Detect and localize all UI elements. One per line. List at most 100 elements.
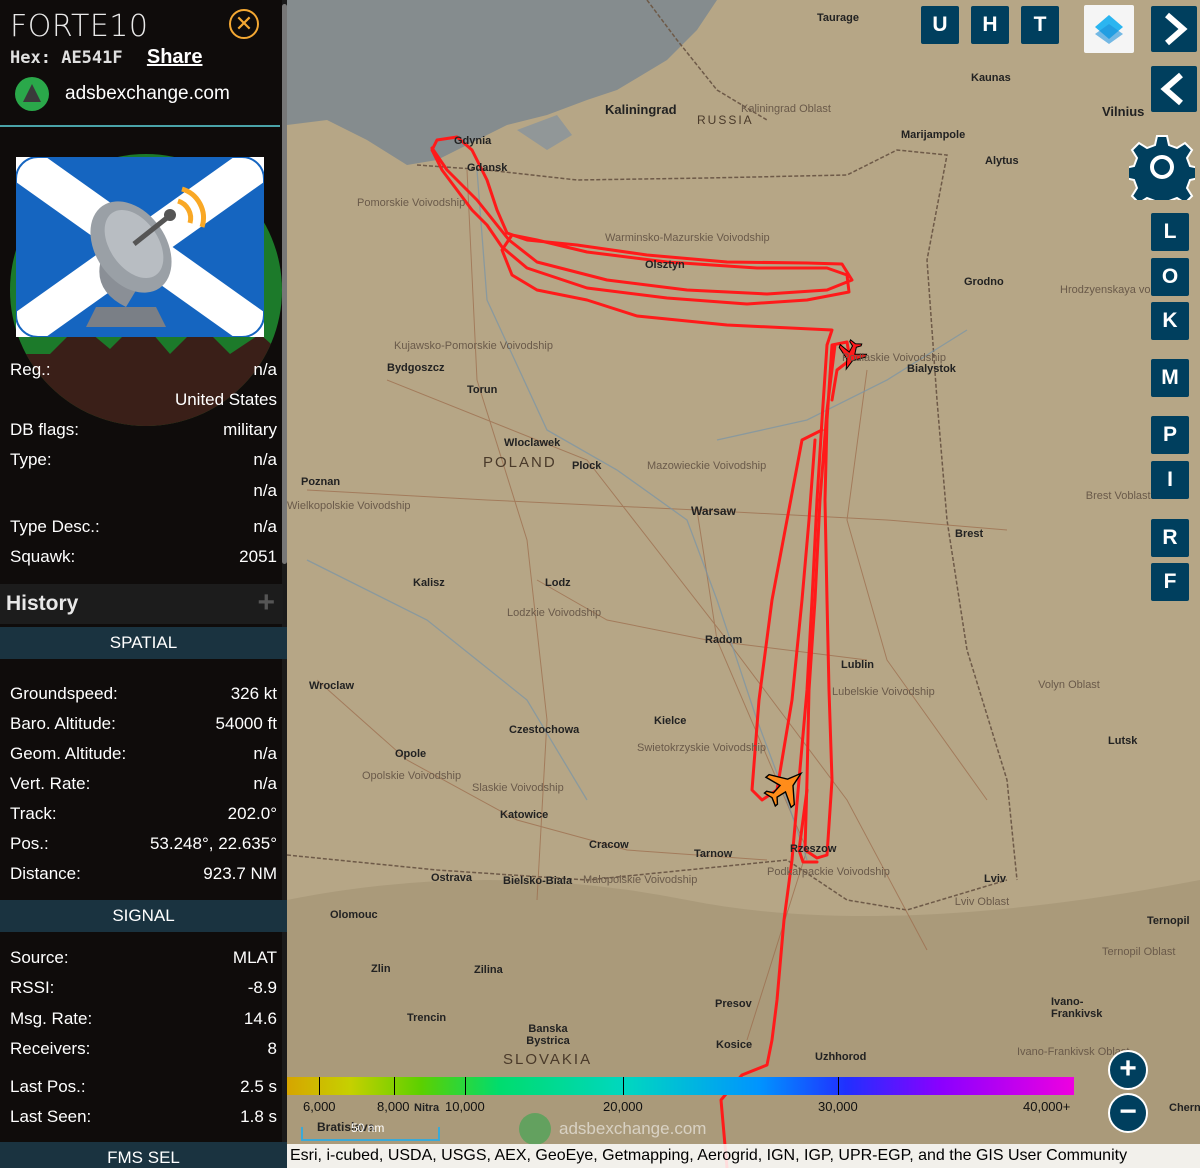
map-view[interactable]: Taurage Kaunas Vilnius Kaliningrad Gdyni…: [287, 0, 1200, 1168]
region-label: Lviv Oblast: [954, 896, 1010, 908]
region-label: Warminsko-Mazurskie Voivodship: [605, 232, 770, 244]
region-label: Swietokrzyskie Voivodship: [637, 742, 767, 754]
region-label: Pomorskie Voivodship: [357, 197, 466, 209]
legend-tick: [465, 1077, 466, 1095]
country-label: SLOVAKIA: [503, 1051, 593, 1068]
typedesc-row: Type Desc.: n/a: [10, 517, 277, 539]
settings-button[interactable]: [1124, 134, 1200, 211]
city-label: Wroclaw: [309, 680, 355, 692]
city-label: Bielsko-Biala: [503, 875, 573, 887]
toggle-l-button[interactable]: L: [1151, 213, 1189, 251]
squawk-value: 2051: [239, 547, 277, 566]
type-row: Type: n/a: [10, 450, 277, 472]
close-button[interactable]: ✕: [229, 9, 259, 39]
distance-label: Distance:: [10, 864, 81, 883]
spatial-row: Baro. Altitude: 54000 ft: [10, 714, 277, 736]
spatial-header: SPATIAL: [0, 627, 287, 659]
last-pos-value: 2.5 s: [240, 1077, 277, 1096]
city-label: Kielce: [654, 715, 687, 727]
spatial-row: Pos.: 53.248°, 22.635°: [10, 834, 277, 856]
typedesc-value: n/a: [253, 517, 277, 536]
spatial-row: Geom. Altitude: n/a: [10, 744, 277, 766]
toggle-h-button[interactable]: H: [971, 6, 1009, 44]
squawk-label: Squawk:: [10, 547, 76, 566]
history-header[interactable]: History +: [0, 584, 283, 624]
position-label: Pos.:: [10, 834, 49, 853]
city-label: Poznan: [301, 476, 341, 488]
watermark-text: adsbexchange.com: [559, 1119, 707, 1138]
region-label: Lodzkie Voivodship: [507, 607, 602, 619]
city-label: Lviv: [984, 873, 1007, 885]
msg-rate-value: 14.6: [243, 1009, 277, 1028]
spatial-row: Groundspeed: 326 kt: [10, 684, 277, 706]
city-label: Presov: [715, 998, 752, 1010]
spatial-row: Vert. Rate: n/a: [10, 774, 277, 796]
city-label: Opole: [395, 748, 427, 760]
altitude-color-legend: [287, 1077, 1074, 1095]
msg-rate-label: Msg. Rate:: [10, 1009, 93, 1028]
city-label: Cracow: [589, 839, 629, 851]
dbflags-value: military: [223, 420, 277, 439]
city-label: Lublin: [841, 659, 874, 671]
city-label: Brest: [955, 528, 984, 540]
adsbexchange-logo-icon: [15, 77, 49, 111]
reg-row: Reg.: n/a: [10, 360, 277, 382]
zoom-out-button[interactable]: −: [1108, 1093, 1148, 1133]
legend-tick: [319, 1077, 320, 1095]
aircraft-photo: [10, 154, 282, 426]
region-label: Malopolskie Voivodship: [583, 874, 698, 886]
history-title: History: [6, 592, 79, 615]
city-label: Grodno: [964, 276, 1004, 288]
adsbexchange-link[interactable]: adsbexchange.com: [15, 77, 230, 111]
track-label: Track:: [10, 804, 57, 823]
groundspeed-label: Groundspeed:: [10, 684, 118, 703]
toggle-t-button[interactable]: T: [1021, 6, 1059, 44]
hex-value: AE541F: [61, 48, 123, 68]
toggle-i-button[interactable]: I: [1151, 461, 1189, 499]
toggle-p-button[interactable]: P: [1151, 416, 1189, 454]
geom-altitude-value: n/a: [253, 744, 277, 763]
city-label: Zlin: [371, 963, 391, 975]
reg-value: n/a: [253, 360, 277, 379]
city-label: Olomouc: [330, 909, 378, 921]
type-value-2: n/a: [253, 481, 277, 500]
toggle-k-button[interactable]: K: [1151, 302, 1189, 340]
chevron-left-icon: [1160, 72, 1183, 106]
city-label: Bydgoszcz: [387, 362, 445, 374]
region-label: Ternopil Oblast: [1102, 946, 1176, 958]
city-label: Trencin: [407, 1012, 447, 1024]
dbflags-row: DB flags: military: [10, 420, 277, 442]
typedesc-label: Type Desc.:: [10, 517, 100, 536]
country-value: United States: [174, 390, 277, 409]
city-label: Czestochowa: [509, 724, 580, 736]
toggle-f-button[interactable]: F: [1151, 563, 1189, 601]
spatial-row: Distance: 923.7 NM: [10, 864, 277, 886]
expand-sidebar-button[interactable]: [1151, 6, 1197, 52]
city-label: Wloclawek: [504, 437, 561, 449]
expand-plus-icon[interactable]: +: [257, 586, 275, 620]
toggle-u-button[interactable]: U: [921, 6, 959, 44]
toggle-m-button[interactable]: M: [1151, 359, 1189, 397]
country-label: RUSSIA: [697, 113, 754, 127]
share-link[interactable]: Share: [147, 46, 203, 68]
collapse-sidebar-button[interactable]: [1151, 66, 1197, 112]
city-label: Tarnow: [694, 848, 733, 860]
city-label: Plock: [572, 460, 602, 472]
chevron-right-icon: [1165, 12, 1188, 46]
layers-button[interactable]: [1084, 5, 1134, 53]
signal-row: Receivers: 8: [10, 1039, 277, 1061]
squawk-row: Squawk: 2051: [10, 547, 277, 569]
city-label: Kaliningrad: [605, 102, 677, 117]
zoom-in-button[interactable]: +: [1108, 1050, 1148, 1090]
signal-row: RSSI: -8.9: [10, 978, 277, 1000]
watermark-logo-icon: [519, 1113, 551, 1145]
toggle-o-button[interactable]: O: [1151, 258, 1189, 296]
layers-icon: [1095, 15, 1123, 44]
city-label: Ostrava: [431, 872, 472, 884]
city-label: Katowice: [500, 809, 549, 821]
hex-row: Hex: AE541F Share: [10, 46, 202, 69]
signal-header: SIGNAL: [0, 900, 287, 932]
toggle-r-button[interactable]: R: [1151, 519, 1189, 557]
region-label: Opolskie Voivodship: [362, 770, 462, 782]
scale-bar: 50 nm: [301, 1121, 440, 1141]
